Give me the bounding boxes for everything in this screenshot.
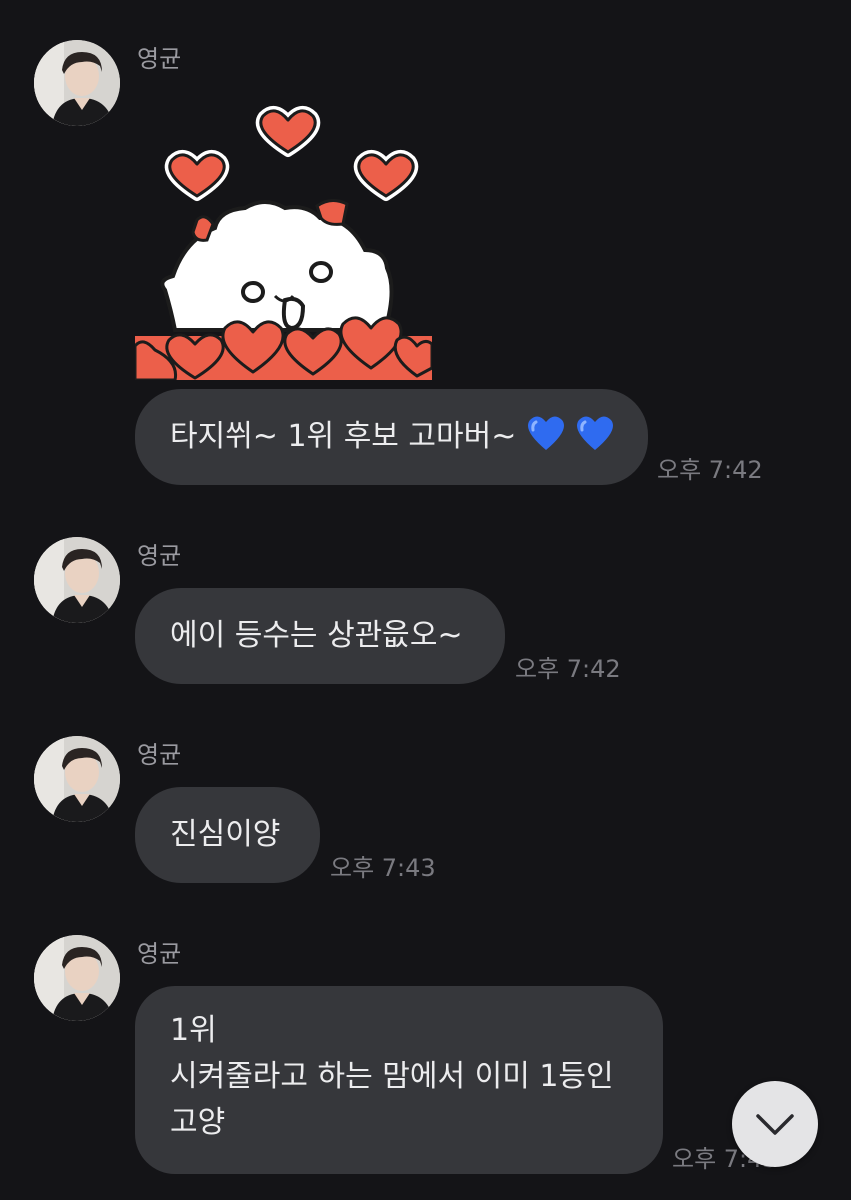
message-bubble[interactable]: 1위 시켜줄라고 하는 맘에서 이미 1등인 고양 bbox=[135, 986, 663, 1174]
sender-name: 영균 bbox=[137, 45, 182, 73]
message-text: 타지쒸~ 1위 후보 고마버~ bbox=[170, 419, 517, 454]
blue-heart-icon bbox=[527, 416, 564, 450]
sender-name: 영균 bbox=[137, 542, 182, 570]
message-timestamp: 오후 7:42 bbox=[515, 655, 621, 683]
sender-name: 영균 bbox=[137, 940, 182, 968]
avatar[interactable] bbox=[34, 40, 120, 126]
message-bubble[interactable]: 진심이양 bbox=[135, 787, 320, 883]
blue-heart-icon bbox=[577, 416, 614, 450]
message-text: 진심이양 bbox=[170, 817, 281, 852]
avatar[interactable] bbox=[34, 736, 120, 822]
message-bubble[interactable]: 에이 등수는 상관읎오~ bbox=[135, 588, 505, 684]
profile-photo-icon bbox=[34, 935, 120, 1021]
message-timestamp: 오후 7:43 bbox=[330, 854, 436, 882]
message-text-line: 1위 bbox=[170, 1013, 217, 1048]
sender-name: 영균 bbox=[137, 741, 182, 769]
profile-photo-icon bbox=[34, 40, 120, 126]
scroll-to-bottom-button[interactable] bbox=[732, 1081, 818, 1167]
message-text: 에이 등수는 상관읎오~ bbox=[170, 618, 463, 653]
avatar[interactable] bbox=[34, 935, 120, 1021]
message-text-line: 시켜줄라고 하는 맘에서 이미 1등인 bbox=[170, 1059, 614, 1094]
message-text-line: 고양 bbox=[170, 1105, 226, 1140]
chevron-down-icon bbox=[756, 1114, 794, 1135]
profile-photo-icon bbox=[34, 736, 120, 822]
message-timestamp: 오후 7:42 bbox=[657, 456, 763, 484]
profile-photo-icon bbox=[34, 537, 120, 623]
cat-hearts-sticker[interactable] bbox=[135, 100, 432, 380]
avatar[interactable] bbox=[34, 537, 120, 623]
message-bubble[interactable]: 타지쒸~ 1위 후보 고마버~ bbox=[135, 389, 648, 485]
chat-view: 영균 타지쒸~ 1위 후보 고마버~ 오후 7:42 영균 에이 등수는 상관읎… bbox=[0, 0, 851, 1200]
